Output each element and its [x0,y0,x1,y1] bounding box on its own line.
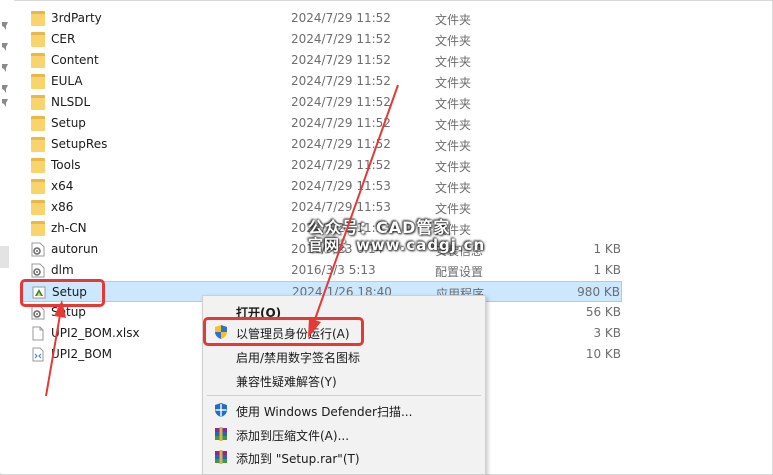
annotation-arrow [308,84,399,338]
annotation-arrows [45,84,399,397]
annotation-arrow [45,300,66,397]
